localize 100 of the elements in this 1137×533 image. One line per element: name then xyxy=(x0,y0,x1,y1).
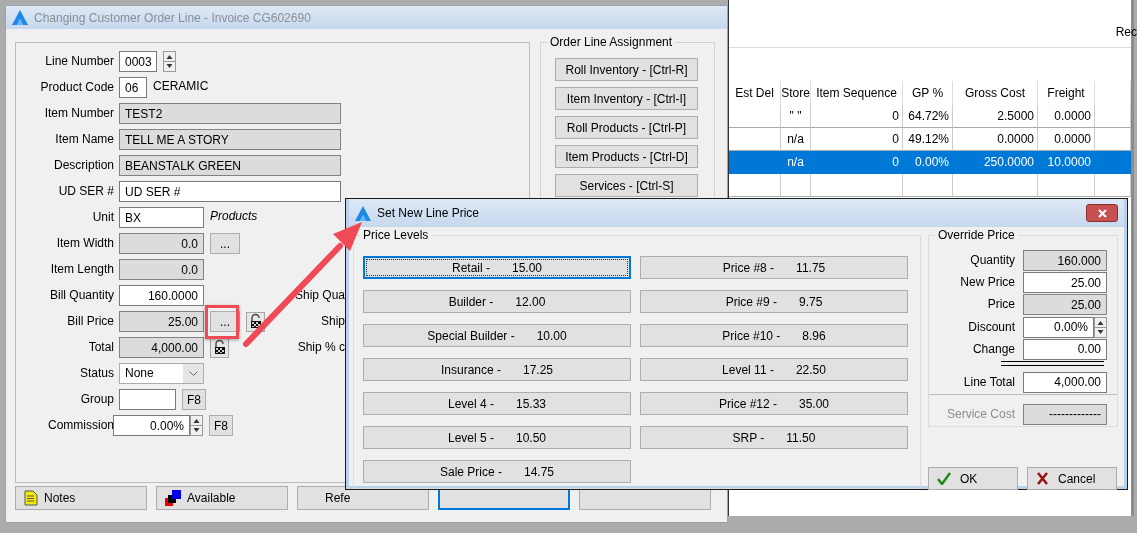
assignment-button[interactable]: Services - [Ctrl-S] xyxy=(555,174,698,197)
field-label: Item Name xyxy=(55,132,115,146)
lookup-button[interactable]: F8 xyxy=(209,415,233,436)
table-cell: " " xyxy=(781,105,811,128)
field-label: Item Width xyxy=(56,236,115,250)
field-label: Ship xyxy=(320,314,345,328)
table-cell: 10.0000 xyxy=(1038,151,1095,174)
price-level-button[interactable]: Retail - 15.00 xyxy=(363,256,631,279)
table-cell: 0.0000 xyxy=(1038,105,1095,128)
group-field[interactable] xyxy=(119,389,176,410)
price-field[interactable]: 25.00 xyxy=(1023,272,1107,294)
price-level-button[interactable]: SRP - 11.50 xyxy=(640,426,908,449)
price-level-button[interactable]: Price #9 - 9.75 xyxy=(640,290,908,313)
unit-note: Products xyxy=(210,208,258,223)
table-cell xyxy=(1095,151,1131,174)
field-label: Status xyxy=(79,366,115,380)
discount-field[interactable]: 0.00% xyxy=(1023,316,1094,338)
available-button[interactable]: Available xyxy=(156,486,288,510)
price-level-button[interactable]: Insurance - 17.25 xyxy=(363,358,631,381)
price-level-button[interactable]: Sale Price - 14.75 xyxy=(363,460,631,483)
price-level-button[interactable]: Price #12 - 35.00 xyxy=(640,392,908,415)
ok-button[interactable]: OK xyxy=(928,467,1018,490)
dialog-title: Set New Line Price xyxy=(377,206,480,220)
table-cell xyxy=(781,174,811,197)
spinner[interactable] xyxy=(163,51,176,72)
table-cell xyxy=(1095,105,1131,128)
status-dropdown[interactable]: None xyxy=(119,363,204,384)
price-level-button[interactable]: Builder - 12.00 xyxy=(363,290,631,313)
price-level-button[interactable]: Level 4 - 15.33 xyxy=(363,392,631,415)
price-field[interactable]: 25.00 xyxy=(1023,294,1107,316)
table-cell: 0.00% xyxy=(903,151,953,174)
field-label: UD SER # xyxy=(58,184,115,198)
table-cell: 0 xyxy=(811,128,903,151)
table-cell xyxy=(903,174,953,197)
table-cell xyxy=(1038,174,1095,197)
chevron-down-icon xyxy=(188,371,198,376)
price-field[interactable]: 160.000 xyxy=(1023,250,1107,271)
text-field[interactable]: TELL ME A STORY xyxy=(119,129,341,150)
text-field[interactable]: BEANSTALK GREEN xyxy=(119,155,341,176)
field-label: Ship % c xyxy=(297,340,345,354)
table-cell: 0.0000 xyxy=(1038,128,1095,151)
number-field[interactable]: 0.0 xyxy=(119,259,204,280)
close-icon xyxy=(1097,208,1107,218)
table-cell: n/a xyxy=(781,128,811,151)
price-field[interactable]: 4,000.00 xyxy=(1023,371,1107,393)
assignment-button[interactable]: Item Products - [Ctrl-D] xyxy=(555,145,698,168)
field-label: Bill Price xyxy=(67,314,115,328)
notes-button[interactable]: Notes xyxy=(15,486,147,510)
line-number-field[interactable]: 0003 xyxy=(119,51,157,72)
squares-icon xyxy=(165,490,181,506)
window-title: Changing Customer Order Line - Invoice CG602690 xyxy=(34,10,311,25)
app-logo-icon xyxy=(12,10,28,25)
table-cell: n/a xyxy=(781,151,811,174)
spinner[interactable] xyxy=(190,415,203,436)
field-label: Service Cost xyxy=(946,406,1015,421)
field-label: Line Number xyxy=(45,54,115,68)
price-level-button[interactable]: Level 11 - 22.50 xyxy=(640,358,908,381)
field-label: Change xyxy=(972,341,1015,356)
price-level-button[interactable]: Level 5 - 10.50 xyxy=(363,426,631,449)
price-level-button[interactable]: Price #8 - 11.75 xyxy=(640,256,908,279)
field-label: Product Code xyxy=(40,80,115,94)
field-label: Group xyxy=(80,392,115,406)
field-label: Description xyxy=(53,158,115,172)
price-field[interactable]: 0.00 xyxy=(1023,338,1107,360)
table-cell: 0 xyxy=(811,151,903,174)
table-cell: 64.72% xyxy=(903,105,953,128)
x-icon xyxy=(1036,472,1049,485)
close-button[interactable] xyxy=(1086,204,1118,222)
number-field[interactable]: 160.0000 xyxy=(119,285,204,306)
check-icon xyxy=(937,472,951,485)
cancel-button[interactable]: Cancel xyxy=(1027,467,1117,490)
price-level-button[interactable]: Special Builder - 10.00 xyxy=(363,324,631,347)
field-label: New Price xyxy=(960,275,1015,290)
assignment-button[interactable]: Roll Products - [Ctrl-P] xyxy=(555,116,698,139)
lookup-button[interactable]: F8 xyxy=(182,389,206,410)
spinner[interactable] xyxy=(1094,316,1107,338)
table-cell xyxy=(1095,128,1131,151)
field-label: Quantity xyxy=(970,253,1015,267)
app-logo-icon xyxy=(355,205,371,221)
product-code-field[interactable]: 06 xyxy=(119,77,147,98)
table-cell: 49.12% xyxy=(903,128,953,151)
commission-field[interactable]: 0.00% xyxy=(113,415,190,436)
number-field[interactable]: 0.0 xyxy=(119,233,204,254)
lock-icon[interactable] xyxy=(210,337,229,358)
assignment-button[interactable]: Roll Inventory - [Ctrl-R] xyxy=(555,58,698,81)
field-label: Item Length xyxy=(50,262,115,276)
table-cell: 2.5000 xyxy=(953,105,1038,128)
number-field[interactable]: 4,000.00 xyxy=(119,337,204,358)
text-field[interactable]: TEST2 xyxy=(119,103,341,124)
field-label: Bill Quantity xyxy=(49,288,115,302)
price-level-button[interactable]: Price #10 - 8.96 xyxy=(640,324,908,347)
field-label: Line Total xyxy=(963,374,1015,389)
column-heading: Rec xyxy=(1115,25,1137,39)
number-field[interactable]: 25.00 xyxy=(119,311,204,332)
field-label: Commission xyxy=(48,418,115,432)
text-field[interactable]: UD SER # xyxy=(119,181,341,202)
field-label: Total xyxy=(88,340,115,354)
more-button[interactable]: ... xyxy=(210,233,240,254)
assignment-button[interactable]: Item Inventory - [Ctrl-I] xyxy=(555,87,698,110)
unit-field[interactable]: BX xyxy=(119,207,204,228)
